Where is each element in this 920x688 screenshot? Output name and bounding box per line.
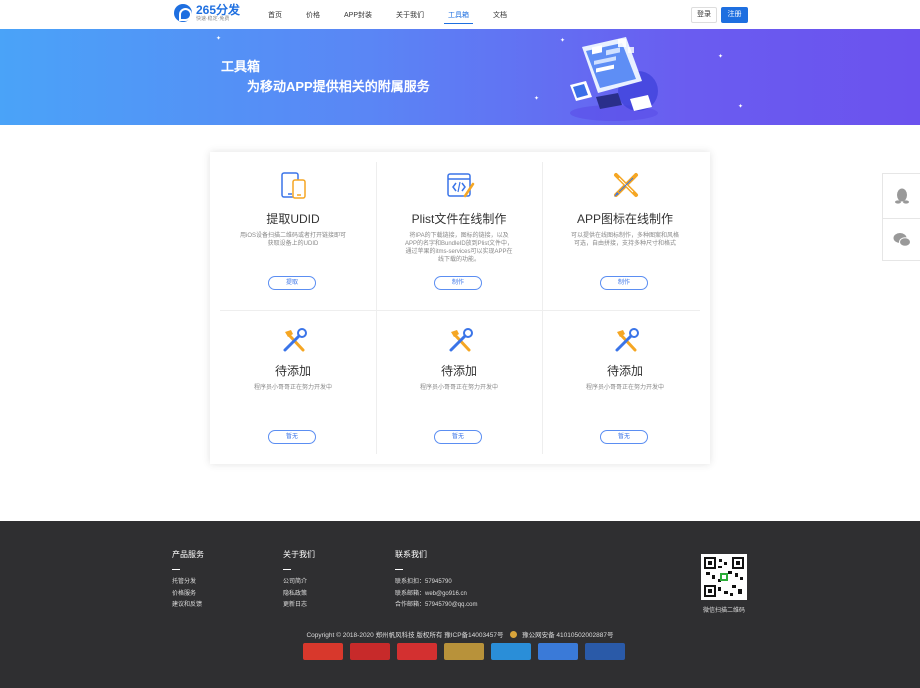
divider <box>395 569 403 570</box>
divider <box>283 569 291 570</box>
main-nav: 首页 价格 APP封装 关于我们 工具箱 文档 <box>268 10 531 24</box>
tool-description: 程序员小哥哥正在努力开发中 <box>419 385 498 391</box>
wechat-contact-button[interactable] <box>883 218 920 261</box>
qr-caption: 微信扫描二维码 <box>702 608 745 614</box>
top-header: 265分发 快速·稳定·免费 首页 价格 APP封装 关于我们 工具箱 文档 登… <box>0 0 920 29</box>
footer-link[interactable]: 托管分发 <box>172 577 204 589</box>
tool-card-placeholder: 待添加 程序员小哥哥正在努力开发中 暂无 <box>542 308 708 464</box>
tool-title: Plist文件在线制作 <box>411 212 507 226</box>
logo-icon <box>174 4 192 22</box>
trust-badges <box>303 643 632 660</box>
trust-badge-icon[interactable] <box>397 643 437 660</box>
tool-card-app-icon: APP图标在线制作 可以提供在线图标制作，多种图案和风格可选，自由拼接，支持多种… <box>542 152 708 308</box>
trust-badge-icon[interactable] <box>585 643 625 660</box>
copyright-text: Copyright © 2018-2020 郑州帆风科技 版权所有 豫ICP备1… <box>306 632 504 639</box>
tools-icon <box>615 328 639 352</box>
floating-contact-bar <box>882 173 920 261</box>
tool-description: 将IPA的下载链接，图标的链接，以及APP的名字和BundleID放到Plist… <box>404 233 514 263</box>
banner-subtitle: 为移动APP提供相关的附属服务 <box>247 79 430 94</box>
tool-description: 可以提供在线图标制作，多种图案和风格可选，自由拼接，支持多种尺寸和格式 <box>570 233 679 247</box>
tool-description: 用iOS设备扫描二维码或者打开链接即可获取设备上的UDID <box>239 233 346 247</box>
make-plist-button[interactable]: 制作 <box>434 276 482 290</box>
contact-email[interactable]: 联系邮箱：web@go916.cn <box>395 589 477 601</box>
footer-link[interactable]: 价格服务 <box>172 589 204 601</box>
tool-card-placeholder: 待添加 程序员小哥哥正在努力开发中 暂无 <box>376 308 542 464</box>
hero-banner: 工具箱 为移动APP提供相关的附属服务 ✦ ✦ ✦ ✦ ✦ <box>0 29 920 125</box>
nav-about[interactable]: 关于我们 <box>396 10 424 24</box>
tool-card-udid: 提取UDID 用iOS设备扫描二维码或者打开链接即可获取设备上的UDID 提取 <box>210 152 376 308</box>
device-icon <box>281 172 306 199</box>
footer-column-title: 联系我们 <box>395 550 427 559</box>
unavailable-button[interactable]: 暂无 <box>434 430 482 444</box>
nav-docs[interactable]: 文档 <box>493 10 507 24</box>
footer-link[interactable]: 隐私政策 <box>283 589 315 601</box>
footer-column-title: 产品服务 <box>172 550 204 559</box>
trust-badge-icon[interactable] <box>303 643 343 660</box>
divider <box>172 569 180 570</box>
nav-app-wrap[interactable]: APP封装 <box>344 10 372 24</box>
site-footer: 产品服务 托管分发 价格服务 建议和反馈 关于我们 公司简介 隐私政策 更新日志… <box>0 521 920 688</box>
login-button[interactable]: 登录 <box>691 7 717 23</box>
footer-link[interactable]: 建议和反馈 <box>172 600 204 612</box>
tool-card-placeholder: 待添加 程序员小哥哥正在努力开发中 暂无 <box>210 308 376 464</box>
tool-title: 待添加 <box>274 364 311 378</box>
police-badge-icon <box>510 631 518 638</box>
tool-title: 提取UDID <box>266 212 320 226</box>
banner-title: 工具箱 <box>221 59 261 74</box>
unavailable-button[interactable]: 暂无 <box>600 430 648 444</box>
qr-code-icon <box>704 557 744 597</box>
tool-description: 程序员小哥哥正在努力开发中 <box>585 385 664 391</box>
contact-qq: 联系扣扣：57945790 <box>395 579 452 585</box>
footer-column-contact: 联系我们 联系扣扣：57945790 联系邮箱：web@go916.cn 合作邮… <box>395 549 477 612</box>
business-email[interactable]: 合作邮箱：57945790@qq.com <box>395 600 477 612</box>
logo-title: 265分发 <box>196 3 241 17</box>
tool-card-plist: Plist文件在线制作 将IPA的下载链接，图标的链接，以及APP的名字和Bun… <box>376 152 542 308</box>
register-button[interactable]: 注册 <box>721 7 748 23</box>
nav-home[interactable]: 首页 <box>268 10 282 24</box>
footer-column-products: 产品服务 托管分发 价格服务 建议和反馈 <box>172 549 204 612</box>
tool-title: 待添加 <box>440 364 477 378</box>
sparkle-icon: ✦ <box>534 96 540 102</box>
qq-icon <box>895 188 909 204</box>
sparkle-icon: ✦ <box>718 54 724 60</box>
tool-title: 待添加 <box>606 364 643 378</box>
tools-icon <box>283 328 307 352</box>
tool-title: APP图标在线制作 <box>576 212 673 226</box>
trust-badge-icon[interactable] <box>350 643 390 660</box>
sparkle-icon: ✦ <box>216 36 222 42</box>
extract-udid-button[interactable]: 提取 <box>268 276 316 290</box>
police-record-text[interactable]: 豫公网安备 41010502002887号 <box>522 632 613 639</box>
tools-icon <box>449 328 473 352</box>
unavailable-button[interactable]: 暂无 <box>268 430 316 444</box>
wechat-qr-code <box>701 554 747 600</box>
code-icon <box>447 173 475 198</box>
trust-badge-icon[interactable] <box>538 643 578 660</box>
trust-badge-icon[interactable] <box>491 643 531 660</box>
copyright-line: Copyright © 2018-2020 郑州帆风科技 版权所有 豫ICP备1… <box>0 629 920 639</box>
nav-toolbox[interactable]: 工具箱 <box>444 10 474 24</box>
isometric-device-illustration <box>570 37 658 121</box>
nav-pricing[interactable]: 价格 <box>306 10 320 24</box>
footer-link[interactable]: 更新日志 <box>283 600 315 612</box>
sparkle-icon: ✦ <box>738 104 744 110</box>
tool-description: 程序员小哥哥正在努力开发中 <box>253 385 332 391</box>
pencil-ruler-icon <box>614 173 638 197</box>
footer-column-title: 关于我们 <box>283 550 315 559</box>
tools-panel: 提取UDID 用iOS设备扫描二维码或者打开链接即可获取设备上的UDID 提取 … <box>210 152 710 464</box>
trust-badge-icon[interactable] <box>444 643 484 660</box>
wechat-icon <box>893 233 911 247</box>
footer-link[interactable]: 公司简介 <box>283 577 315 589</box>
site-logo[interactable]: 265分发 快速·稳定·免费 <box>174 4 240 22</box>
logo-subtitle: 快速·稳定·免费 <box>196 16 230 22</box>
make-icon-button[interactable]: 制作 <box>600 276 648 290</box>
qq-contact-button[interactable] <box>883 174 920 217</box>
footer-column-about: 关于我们 公司简介 隐私政策 更新日志 <box>283 549 315 612</box>
